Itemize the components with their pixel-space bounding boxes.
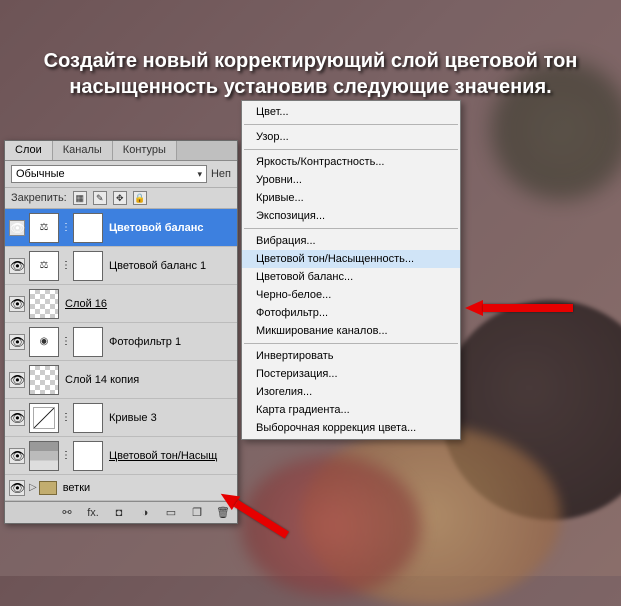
menu-item[interactable]: Цветовой баланс... [242,268,460,286]
menu-item[interactable]: Микширование каналов... [242,322,460,340]
lock-row: Закрепить: ▦ ✎ ✥ 🔒 [5,188,237,209]
lock-transparency-icon[interactable]: ▦ [73,191,87,205]
link-icon: ⋮ [61,336,71,347]
menu-item[interactable]: Выборочная коррекция цвета... [242,419,460,437]
layer-row-layer14copy[interactable]: 👁 Слой 14 копия [5,361,237,399]
layer-thumb[interactable] [29,289,59,319]
visibility-icon[interactable]: 👁 [9,448,25,464]
visibility-icon[interactable]: 👁 [9,334,25,350]
link-icon: ⋮ [61,412,71,423]
layer-mask-icon[interactable]: ◘ [111,505,127,521]
menu-separator [244,228,458,229]
menu-item[interactable]: Кривые... [242,189,460,207]
visibility-icon[interactable]: 👁 [9,480,25,496]
menu-separator [244,149,458,150]
layer-row-color-balance-2[interactable]: 👁 ⚖ ⋮ Цветовой баланс [5,209,237,247]
tab-layers[interactable]: Слои [5,141,53,160]
layer-name[interactable]: Цветовой тон/Насыщ [105,450,233,462]
blend-mode-value: Обычные [16,168,65,180]
mask-thumb[interactable] [73,441,103,471]
visibility-icon[interactable]: 👁 [9,410,25,426]
lock-all-icon[interactable]: 🔒 [133,191,147,205]
menu-item[interactable]: Уровни... [242,171,460,189]
mask-thumb[interactable] [73,403,103,433]
layer-row-curves3[interactable]: 👁 ⋮ Кривые 3 [5,399,237,437]
blend-mode-select[interactable]: Обычные [11,165,207,183]
menu-item[interactable]: Изогелия... [242,383,460,401]
visibility-icon[interactable]: 👁 [9,220,25,236]
lock-pixels-icon[interactable]: ✎ [93,191,107,205]
menu-item[interactable]: Черно-белое... [242,286,460,304]
layer-row-folder[interactable]: 👁 ▷ ветки [5,475,237,501]
layer-row-photofilter[interactable]: 👁 ◉ ⋮ Фотофильтр 1 [5,323,237,361]
menu-separator [244,124,458,125]
layer-name[interactable]: Слой 16 [61,298,233,310]
new-group-icon[interactable]: ▭ [163,505,179,521]
opacity-label: Неп [211,168,231,180]
link-layers-icon[interactable]: ⚯ [59,505,75,521]
menu-item[interactable]: Цвет... [242,103,460,121]
tab-channels[interactable]: Каналы [53,141,113,160]
layer-row-color-balance-1[interactable]: 👁 ⚖ ⋮ Цветовой баланс 1 [5,247,237,285]
visibility-icon[interactable]: 👁 [9,372,25,388]
layer-name[interactable]: Кривые 3 [105,412,233,424]
lock-position-icon[interactable]: ✥ [113,191,127,205]
folder-expand-icon[interactable]: ▷ [29,482,37,493]
adjustment-thumb[interactable] [29,441,59,471]
layers-panel: Слои Каналы Контуры Обычные Неп Закрепит… [4,140,238,524]
panel-bottom-toolbar: ⚯ fx. ◘ ◑ ▭ ❐ 🗑 [5,501,237,523]
layer-name[interactable]: Слой 14 копия [61,374,233,386]
layer-row-hue-sat[interactable]: 👁 ⋮ Цветовой тон/Насыщ [5,437,237,475]
lock-label: Закрепить: [11,192,67,204]
layer-name[interactable]: Цветовой баланс 1 [105,260,233,272]
layer-style-icon[interactable]: fx. [85,505,101,521]
adjustment-context-menu: Цвет... Узор... Яркость/Контрастность...Ур… [241,100,461,440]
layer-thumb[interactable] [29,365,59,395]
menu-item[interactable]: Узор... [242,128,460,146]
layer-name[interactable]: Цветовой баланс [105,222,233,234]
layer-row-layer16[interactable]: 👁 Слой 16 [5,285,237,323]
visibility-icon[interactable]: 👁 [9,296,25,312]
menu-separator [244,343,458,344]
menu-item[interactable]: Цветовой тон/Насыщенность... [242,250,460,268]
panel-top-row: Обычные Неп [5,161,237,188]
mask-thumb[interactable] [73,327,103,357]
mask-thumb[interactable] [73,213,103,243]
folder-icon[interactable] [39,481,57,495]
layer-name[interactable]: Фотофильтр 1 [105,336,233,348]
menu-item[interactable]: Инвертировать [242,347,460,365]
adjustment-thumb[interactable] [29,403,59,433]
annotation-arrow-menu [465,300,573,316]
tab-paths[interactable]: Контуры [113,141,177,160]
adjustment-thumb[interactable]: ◉ [29,327,59,357]
menu-item[interactable]: Вибрация... [242,232,460,250]
link-icon: ⋮ [61,450,71,461]
menu-item[interactable]: Фотофильтр... [242,304,460,322]
visibility-icon[interactable]: 👁 [9,258,25,274]
panel-tabs: Слои Каналы Контуры [5,141,237,161]
menu-item[interactable]: Постеризация... [242,365,460,383]
adjustment-layer-icon[interactable]: ◑ [137,505,153,521]
menu-item[interactable]: Экспозиция... [242,207,460,225]
layers-list: 👁 ⚖ ⋮ Цветовой баланс 👁 ⚖ ⋮ Цветовой бал… [5,209,237,501]
link-icon: ⋮ [61,222,71,233]
new-layer-icon[interactable]: ❐ [189,505,205,521]
mask-thumb[interactable] [73,251,103,281]
layer-name[interactable]: ветки [59,482,233,494]
instruction-text: Создайте новый корректирующий слой цвето… [0,48,621,100]
adjustment-thumb[interactable]: ⚖ [29,213,59,243]
menu-item[interactable]: Яркость/Контрастность... [242,153,460,171]
adjustment-thumb[interactable]: ⚖ [29,251,59,281]
link-icon: ⋮ [61,260,71,271]
menu-item[interactable]: Карта градиента... [242,401,460,419]
